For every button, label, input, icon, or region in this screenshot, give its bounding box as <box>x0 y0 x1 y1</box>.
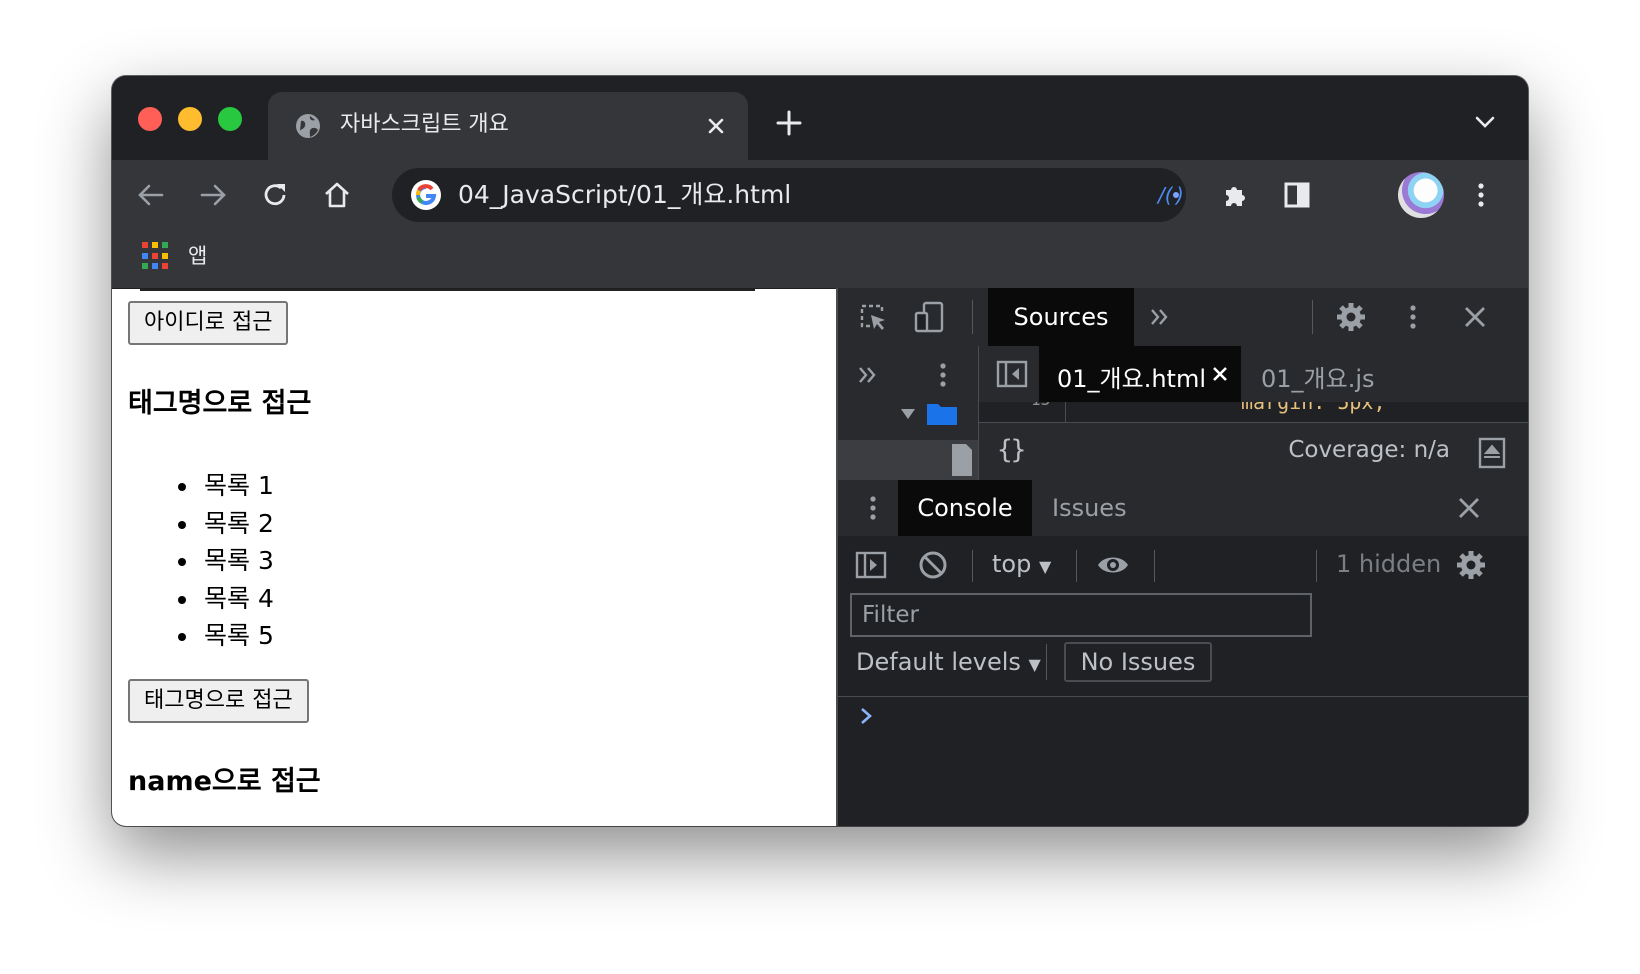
sources-status-bar: {} Coverage: n/a <box>979 422 1528 481</box>
partial-element-edge <box>140 289 755 291</box>
globe-icon <box>296 114 320 138</box>
context-selector[interactable]: top ▼ <box>992 550 1051 578</box>
issues-button[interactable]: No Issues <box>1064 642 1212 682</box>
close-icon[interactable] <box>1452 491 1486 525</box>
line-number: 13 <box>1031 402 1050 409</box>
home-icon[interactable] <box>320 178 354 212</box>
gear-icon[interactable] <box>1454 548 1488 582</box>
editor-tab-html[interactable]: 01_개요.html <box>1039 346 1241 402</box>
list-item: 목록 3 <box>178 542 274 580</box>
chevron-down-icon[interactable] <box>1474 114 1496 130</box>
list-item: 목록 2 <box>178 505 274 543</box>
devtools-main-toolbar: Sources <box>838 288 1528 347</box>
code-editor-peek: 13 margin: 5px; <box>979 402 1528 422</box>
editor-tab-bar: 01_개요.html 01_개요.js <box>979 346 1528 403</box>
log-levels-label: Default levels <box>856 648 1021 676</box>
device-toggle-icon[interactable] <box>912 300 946 334</box>
toggle-navigator-icon[interactable] <box>995 357 1029 391</box>
kebab-menu-icon[interactable] <box>926 358 960 392</box>
heading-tag-access: 태그명으로 접근 <box>128 388 312 419</box>
list-item: 목록 1 <box>178 467 274 505</box>
more-tabs-icon[interactable] <box>1142 300 1176 334</box>
gear-icon[interactable] <box>1334 300 1368 334</box>
folder-icon[interactable] <box>926 402 958 426</box>
line-gutter: 13 <box>979 402 1066 422</box>
kebab-menu-icon[interactable] <box>1464 178 1498 212</box>
console-toolbar: top ▼ 1 hidden Filter Default levels ▼ N… <box>838 536 1528 697</box>
web-page: 아이디로 접근 태그명으로 접근 목록 1 목록 2 목록 3 목록 4 목록 … <box>112 288 836 826</box>
google-icon <box>411 180 441 210</box>
code-line: margin: 5px; <box>1241 402 1386 414</box>
sidebar-toggle-icon[interactable] <box>854 548 888 582</box>
reload-icon[interactable] <box>258 178 292 212</box>
access-by-tag-button[interactable]: 태그명으로 접근 <box>128 679 309 723</box>
inspect-icon[interactable] <box>856 300 890 334</box>
list-item: 목록 5 <box>178 617 274 655</box>
tab-console[interactable]: Console <box>898 480 1032 536</box>
extension-js-icon[interactable]: /( ) <box>1156 178 1194 212</box>
window-minimize-button[interactable] <box>178 107 202 131</box>
heading-name-access: name으로 접근 <box>128 766 321 797</box>
address-bar[interactable]: 04_JavaScript/01_개요.html <box>392 168 1186 222</box>
close-icon[interactable] <box>702 112 730 140</box>
console-filter-input[interactable]: Filter <box>850 593 1312 637</box>
kebab-menu-icon[interactable] <box>1396 300 1430 334</box>
bookmarks-bar: 앱 <box>112 230 1528 288</box>
devtools-panel: Sources 01_개요.html 01_개요.js margin: 5px;… <box>836 288 1528 826</box>
clear-console-icon[interactable] <box>916 548 950 582</box>
tab-title: 자바스크립트 개요 <box>340 112 509 137</box>
toolbar: 04_JavaScript/01_개요.html /( ) <box>112 160 1528 230</box>
access-by-id-button[interactable]: 아이디로 접근 <box>128 301 289 345</box>
sources-panel: 01_개요.html 01_개요.js 13 margin: 5px; {} C… <box>838 346 1528 481</box>
drawer-tab-bar: Console Issues <box>838 480 1528 537</box>
apps-grid-icon[interactable] <box>142 242 170 270</box>
more-tabs-icon[interactable] <box>850 358 884 392</box>
eye-icon[interactable] <box>1096 548 1130 582</box>
close-icon[interactable] <box>1209 363 1231 385</box>
tab-issues[interactable]: Issues <box>1052 480 1127 536</box>
console-prompt-icon[interactable] <box>856 706 876 726</box>
browser-window: 자바스크립트 개요 04_JavaScript/01_개요.html /() … <box>112 76 1528 826</box>
forward-arrow-icon[interactable] <box>196 178 230 212</box>
kebab-menu-icon[interactable] <box>856 491 890 525</box>
window-zoom-button[interactable] <box>218 107 242 131</box>
apps-bookmark[interactable]: 앱 <box>188 240 207 270</box>
close-icon[interactable] <box>1458 300 1492 334</box>
selected-file-row[interactable] <box>838 440 978 480</box>
editor-tab-js[interactable]: 01_개요.js <box>1261 359 1375 394</box>
context-label: top <box>992 550 1032 578</box>
hidden-count: 1 hidden <box>1336 550 1442 578</box>
extension-puzzle-icon[interactable] <box>1218 178 1252 212</box>
url-text: 04_JavaScript/01_개요.html <box>458 180 792 209</box>
pretty-print-button[interactable]: {} <box>997 435 1026 465</box>
profile-avatar[interactable] <box>1398 172 1444 218</box>
plus-icon[interactable] <box>774 108 804 138</box>
browser-tab-active[interactable]: 자바스크립트 개요 <box>268 92 748 160</box>
back-arrow-icon[interactable] <box>134 178 168 212</box>
tab-sources[interactable]: Sources <box>988 288 1134 346</box>
item-list: 목록 1 목록 2 목록 3 목록 4 목록 5 <box>178 467 274 655</box>
svg-text:/(: /( <box>1156 183 1174 207</box>
file-icon <box>952 444 972 476</box>
coverage-status: Coverage: n/a <box>1288 437 1450 463</box>
tree-expand-icon[interactable] <box>898 404 918 424</box>
coverage-toggle-icon[interactable] <box>1478 437 1506 469</box>
file-navigator <box>838 346 979 480</box>
list-item: 목록 4 <box>178 580 274 618</box>
window-close-button[interactable] <box>138 107 162 131</box>
editor-tab-label: 01_개요.html <box>1057 365 1206 393</box>
tab-strip: 자바스크립트 개요 <box>112 76 1528 160</box>
sidepanel-icon[interactable] <box>1280 178 1314 212</box>
log-levels-dropdown[interactable]: Default levels ▼ <box>856 648 1041 676</box>
